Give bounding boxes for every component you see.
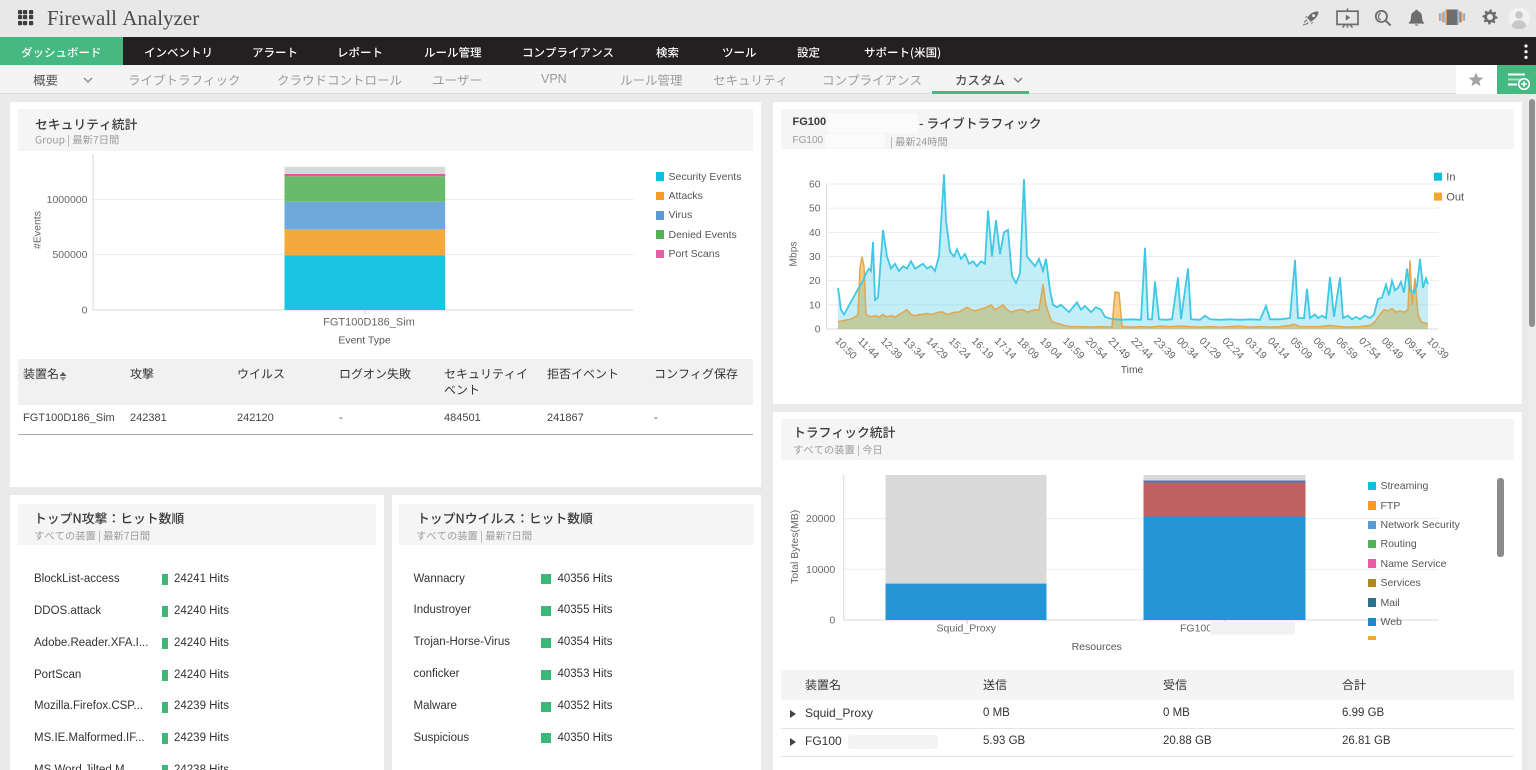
svg-text:02:24: 02:24 [1219,336,1245,362]
svg-text:14:29: 14:29 [923,336,949,362]
svg-text:03:19: 03:19 [1242,336,1268,362]
svg-text:10:39: 10:39 [1424,336,1450,362]
svg-text:40: 40 [809,228,821,239]
svg-text:10:50: 10:50 [832,336,858,362]
svg-text:05:09: 05:09 [1288,336,1314,362]
svg-text:Total Bytes(MB): Total Bytes(MB) [789,510,801,584]
svg-text:In: In [1446,172,1455,184]
svg-text:Event Type: Event Type [338,335,391,347]
svg-text:20000: 20000 [806,513,835,525]
svg-text:#Events: #Events [31,211,43,249]
svg-text:19:59: 19:59 [1060,336,1086,362]
svg-text:20:54: 20:54 [1083,336,1109,362]
svg-text:Out: Out [1446,191,1464,203]
svg-text:16:19: 16:19 [969,336,995,362]
svg-text:Mbps: Mbps [789,241,800,266]
svg-text:20: 20 [809,276,821,287]
svg-text:Resources: Resources [1072,641,1122,653]
svg-text:FGT100D186_Sim: FGT100D186_Sim [323,317,415,329]
svg-text:11:44: 11:44 [855,336,881,362]
svg-text:22:44: 22:44 [1128,336,1154,362]
svg-text:01:29: 01:29 [1197,336,1223,362]
svg-text:18:09: 18:09 [1015,336,1041,362]
svg-text:30: 30 [809,252,821,263]
svg-text:Squid_Proxy: Squid_Proxy [937,623,997,635]
svg-text:08:49: 08:49 [1379,336,1405,362]
svg-text:10: 10 [809,300,821,311]
svg-text:00:34: 00:34 [1174,336,1200,362]
svg-text:07:54: 07:54 [1356,336,1382,362]
svg-text:19:04: 19:04 [1037,336,1063,362]
svg-text:06:04: 06:04 [1311,336,1337,362]
svg-text:17:14: 17:14 [992,336,1018,362]
svg-text:1000000: 1000000 [46,194,87,206]
svg-text:Time: Time [1121,365,1144,376]
svg-text:60: 60 [809,179,821,190]
svg-text:0: 0 [829,615,835,627]
svg-text:04:14: 04:14 [1265,336,1291,362]
svg-text:0: 0 [81,305,87,317]
svg-text:0: 0 [815,325,821,336]
svg-text:06:59: 06:59 [1333,336,1359,362]
svg-text:10000: 10000 [806,564,835,576]
svg-text:21:49: 21:49 [1106,336,1132,362]
svg-text:50: 50 [809,204,821,215]
svg-text:23:39: 23:39 [1151,336,1177,362]
svg-text:12:39: 12:39 [878,336,904,362]
svg-text:500000: 500000 [52,249,87,261]
svg-text:15:24: 15:24 [946,336,972,362]
svg-text:09:44: 09:44 [1402,336,1428,362]
svg-text:FG100: FG100 [1180,623,1212,635]
svg-text:13:34: 13:34 [901,336,927,362]
